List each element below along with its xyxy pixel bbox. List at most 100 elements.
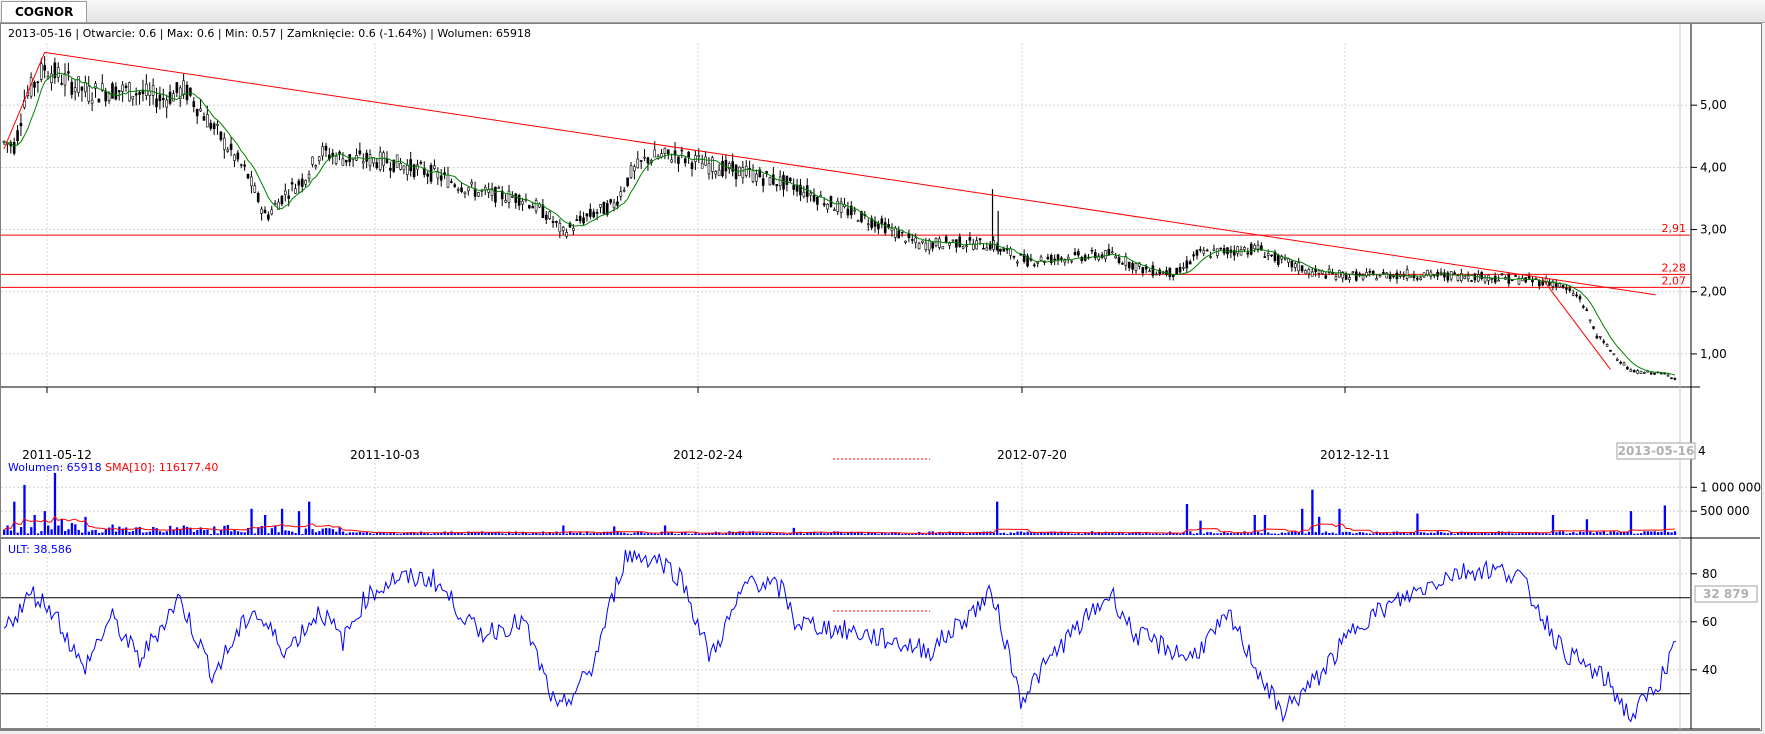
header-volume: Wolumen: 65918 <box>437 27 531 40</box>
volume-bar <box>1189 531 1192 535</box>
candle-body <box>944 236 948 243</box>
candle-body <box>755 173 758 182</box>
candle-body <box>256 192 260 202</box>
volume-bar <box>1646 531 1650 535</box>
volume-bar <box>816 533 819 535</box>
candle-body <box>1592 326 1595 329</box>
volume-bar <box>297 511 301 535</box>
candle-body <box>185 84 189 101</box>
cursor-volume: 32 879 <box>1703 587 1749 601</box>
candle-body <box>253 185 257 193</box>
volume-bar <box>1073 533 1077 535</box>
candle-body <box>1310 271 1314 277</box>
candle-body <box>626 177 629 187</box>
volume-bar <box>558 533 562 535</box>
candle-body <box>1426 270 1429 276</box>
volume-bar <box>904 533 907 535</box>
volume-bar <box>965 533 968 535</box>
volume-bar <box>270 528 274 535</box>
volume-bar <box>1653 531 1656 535</box>
volume-bar <box>1294 531 1297 535</box>
volume-bar <box>1124 533 1128 535</box>
volume-bar <box>962 533 965 535</box>
candle-body <box>1531 279 1534 283</box>
ult-y-tick-label: 40 <box>1702 663 1717 677</box>
volume-bar <box>369 533 372 535</box>
tab-cognor[interactable]: COGNOR <box>1 1 88 22</box>
candle-body <box>368 154 372 167</box>
volume-bar <box>1436 531 1439 535</box>
candle-body <box>124 85 128 89</box>
candle-body <box>439 175 443 181</box>
stock-chart[interactable]: 2,91 2,282,07 1,00 2,00 3,00 4,00 5,00 2011-0… <box>0 23 1765 731</box>
candle-body <box>1141 267 1145 274</box>
volume-bar <box>877 533 880 535</box>
candle-body <box>16 130 19 141</box>
candle-body <box>894 227 897 238</box>
volume-bar <box>236 531 240 535</box>
candle-body <box>528 205 531 209</box>
candle-body <box>1304 270 1307 274</box>
x-axis-ticks: 2011-05-12 2011-10-03 2012-02-24 2012-07-20… <box>22 387 1390 462</box>
volume-bar <box>1351 533 1355 535</box>
candle-body <box>1175 267 1178 275</box>
candle-body <box>1246 252 1250 255</box>
candle-body <box>233 154 236 161</box>
volume-bar <box>1643 531 1646 535</box>
candle-body <box>345 159 348 163</box>
header-date: 2013-05-16 <box>8 27 72 40</box>
volume-bar <box>74 524 77 535</box>
volume-bar <box>47 525 50 535</box>
candle-body <box>948 242 951 246</box>
volume-bar <box>1233 533 1236 535</box>
candle-body <box>1277 254 1280 265</box>
volume-bar <box>70 523 74 535</box>
candle-body <box>33 82 36 88</box>
volume-bar <box>511 533 514 535</box>
volume-bar <box>233 529 236 535</box>
trendlines <box>3 51 1656 370</box>
candle-body <box>361 161 365 164</box>
candle-body <box>534 200 538 212</box>
candle-body <box>504 200 507 203</box>
volume-bar <box>1270 533 1273 535</box>
candle-body <box>595 211 599 214</box>
candle-body <box>12 142 16 154</box>
volume-bar <box>484 533 487 535</box>
volume-bar <box>131 531 135 535</box>
volume-bar <box>1348 531 1351 535</box>
volume-bar <box>1355 532 1358 535</box>
candle-body <box>1090 249 1094 252</box>
candle-body <box>1497 279 1500 282</box>
volume-bar <box>653 533 657 535</box>
volume-bar <box>186 526 189 535</box>
candle-body <box>670 159 673 163</box>
level-label: 2,91 <box>1662 222 1687 235</box>
volume-bar <box>1358 531 1361 535</box>
candle-body <box>812 194 816 202</box>
level-label: 2,07 <box>1662 274 1687 287</box>
volume-bar <box>1229 532 1233 535</box>
candle-body <box>107 93 111 101</box>
volume-bar <box>596 533 599 535</box>
volume-bar <box>572 532 575 535</box>
candle-body <box>1626 366 1629 370</box>
volume-bar <box>311 529 314 535</box>
volume-bar <box>1043 532 1046 535</box>
candle-body <box>1249 243 1253 255</box>
candle-body <box>931 242 934 249</box>
volume-bar <box>101 532 104 535</box>
volume-bar <box>1012 532 1016 535</box>
volume-bar <box>1141 533 1145 535</box>
volume-bar <box>1612 531 1616 535</box>
candle-body <box>1171 274 1175 277</box>
candle-body <box>1578 296 1582 300</box>
volume-bar <box>1511 533 1514 535</box>
candle-body <box>507 190 511 203</box>
header-min: Min: 0.57 <box>225 27 276 40</box>
volume-bar <box>26 533 30 535</box>
volume-bar <box>1277 533 1280 535</box>
volume-bar <box>1260 533 1263 535</box>
volume-bar <box>1673 531 1677 535</box>
x-tick-label: 2012-12-11 <box>1320 448 1390 462</box>
